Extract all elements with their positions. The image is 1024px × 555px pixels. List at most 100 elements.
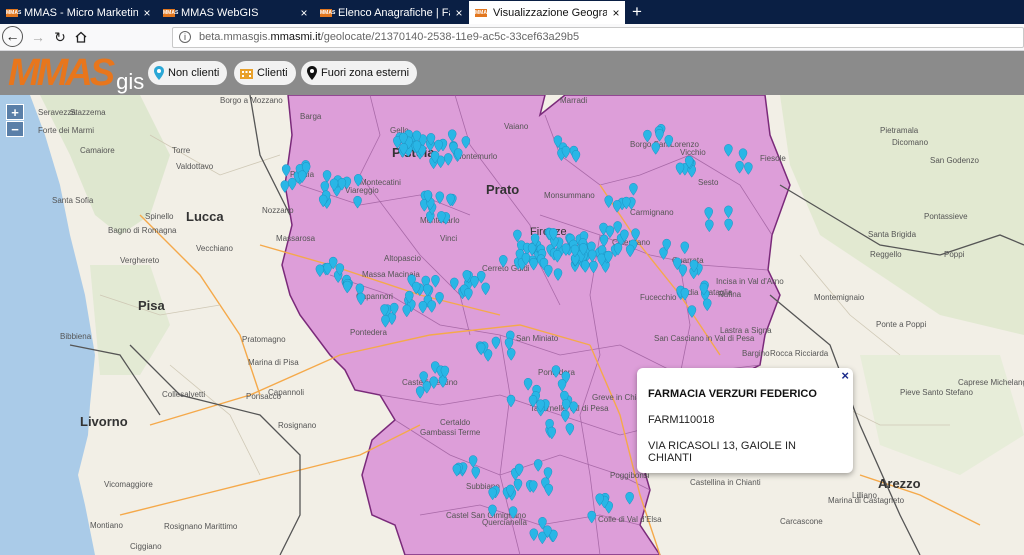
non-clienti-button[interactable]: Non clienti bbox=[148, 61, 228, 85]
place-label: San Casciano in Val di Pesa bbox=[654, 334, 755, 343]
new-tab-button[interactable]: + bbox=[627, 2, 647, 22]
place-label: Capannoli bbox=[268, 388, 304, 397]
place-label: Bibbiena bbox=[60, 332, 92, 341]
mmas-favicon-icon: MMAS bbox=[320, 8, 336, 17]
url-host: mmasmi.it bbox=[270, 31, 321, 43]
place-label: Borgo a Mozzano bbox=[220, 96, 283, 105]
place-label: Ponte a Poppi bbox=[876, 320, 926, 329]
tab-label: Elenco Anagrafiche | Farmacie bbox=[338, 6, 450, 19]
tab-label: MMAS WebGIS bbox=[181, 6, 259, 19]
building-icon bbox=[240, 67, 253, 79]
place-label: Bagno di Romagna bbox=[108, 226, 177, 235]
place-label: Monsummano bbox=[544, 191, 595, 200]
place-label: Vaiano bbox=[504, 122, 529, 131]
pharmacy-info-popup: × FARMACIA VERZURI FEDERICO FARM110018 V… bbox=[637, 368, 853, 473]
tab-close-icon[interactable]: × bbox=[138, 6, 156, 20]
place-label: Spinello bbox=[145, 212, 174, 221]
tab-close-icon[interactable]: × bbox=[607, 6, 625, 20]
navigation-bar: ← → ↻ i beta.mmasgis.mmasmi.it/geolocate… bbox=[0, 24, 1024, 51]
place-label: Dicomano bbox=[892, 138, 929, 147]
fuori-zona-esterni-button[interactable]: Fuori zona esterni bbox=[301, 61, 418, 85]
clienti-button[interactable]: Clienti bbox=[234, 61, 296, 85]
place-label: Vicomaggiore bbox=[104, 480, 153, 489]
place-label: Montiano bbox=[90, 521, 123, 530]
zoom-in-button[interactable]: + bbox=[6, 104, 24, 120]
place-label: Sesto bbox=[698, 178, 719, 187]
reload-icon[interactable]: ↻ bbox=[50, 27, 70, 47]
map-view[interactable]: Lucca Prato Pisa Livorno Arezzo Pistoia … bbox=[0, 95, 1024, 555]
place-label: Reggello bbox=[870, 250, 902, 259]
tab-label: Visualizzazione Geografica bbox=[493, 6, 607, 19]
tab-label: MMAS - Micro Marketing Anal bbox=[24, 6, 138, 19]
fuori-zona-label: Fuori zona esterni bbox=[321, 67, 410, 79]
place-label: Valdottavo bbox=[176, 162, 214, 171]
place-label: Massarosa bbox=[276, 234, 316, 243]
place-label: San Miniato bbox=[516, 334, 559, 343]
place-label: Collesalvetti bbox=[162, 390, 205, 399]
map-pin-icon bbox=[154, 66, 164, 80]
place-label: Pratomagno bbox=[242, 335, 286, 344]
place-label: Pontassieve bbox=[924, 212, 968, 221]
place-label: Rosignano bbox=[278, 421, 317, 430]
place-label: Carcascone bbox=[780, 517, 823, 526]
place-label: Colle di Val d'Elsa bbox=[598, 515, 662, 524]
tab-mmas-micro-marketing[interactable]: MMAS MMAS - Micro Marketing Anal × bbox=[0, 1, 156, 24]
place-label: Pieve Santo Stefano bbox=[900, 388, 973, 397]
tab-visualizzazione-geografica[interactable]: MMAS Visualizzazione Geografica × bbox=[469, 1, 625, 24]
clienti-label: Clienti bbox=[257, 67, 288, 79]
popup-pharmacy-name: FARMACIA VERZURI FEDERICO bbox=[648, 388, 817, 400]
app-header: MMAS gis Non clienti Clienti Fuori zona e… bbox=[0, 51, 1024, 95]
browser-tab-bar: MMAS MMAS - Micro Marketing Anal × MMAS … bbox=[0, 0, 1024, 24]
back-arrow-icon[interactable]: ← bbox=[2, 26, 23, 47]
map-canvas[interactable]: Lucca Prato Pisa Livorno Arezzo Pistoia … bbox=[0, 95, 1024, 555]
place-label: Torre bbox=[172, 146, 191, 155]
site-info-icon[interactable]: i bbox=[179, 31, 191, 43]
home-icon[interactable] bbox=[71, 27, 91, 47]
popup-pharmacy-address: VIA RICASOLI 13, GAIOLE IN CHIANTI bbox=[648, 440, 796, 464]
popup-pharmacy-code: FARM110018 bbox=[648, 414, 715, 426]
tab-mmas-webgis[interactable]: MMAS MMAS WebGIS × bbox=[157, 1, 313, 24]
logo-text: MMAS bbox=[8, 52, 115, 94]
place-label: Rosignano Marittimo bbox=[164, 522, 238, 531]
tab-close-icon[interactable]: × bbox=[450, 6, 468, 20]
mmas-favicon-icon: MMAS bbox=[475, 8, 491, 17]
url-bar[interactable]: i beta.mmasgis.mmasmi.it/geolocate/21370… bbox=[172, 27, 1024, 48]
place-label: Forte dei Marmi bbox=[38, 126, 94, 135]
place-label: Montemignaio bbox=[814, 293, 865, 302]
place-label: Pontedera bbox=[350, 328, 387, 337]
place-label: Marina di Pisa bbox=[248, 358, 299, 367]
mmas-favicon-icon: MMAS bbox=[6, 8, 22, 17]
place-label: Vecchiano bbox=[196, 244, 233, 253]
place-label: Vinci bbox=[440, 234, 457, 243]
place-label: Camaiore bbox=[80, 146, 115, 155]
logo-suffix: gis bbox=[116, 69, 145, 94]
place-label: Santa Brigida bbox=[868, 230, 917, 239]
url-path: /geolocate/21370140-2538-11e9-ac5c-33cef… bbox=[320, 31, 580, 43]
popup-close-icon[interactable]: × bbox=[841, 368, 849, 383]
place-label: Caprese Michelangelo bbox=[958, 378, 1024, 387]
city-lucca: Lucca bbox=[186, 209, 224, 224]
place-label: Pietramala bbox=[880, 126, 919, 135]
place-label: Rufina bbox=[718, 290, 742, 299]
place-label: Certaldo bbox=[440, 418, 471, 427]
place-label: Vicchio bbox=[680, 148, 706, 157]
place-label: Poppi bbox=[944, 250, 965, 259]
url-prefix: beta.mmasgis. bbox=[199, 31, 271, 43]
city-livorno: Livorno bbox=[80, 414, 128, 429]
place-label: Nozzano bbox=[262, 206, 294, 215]
zoom-out-button[interactable]: − bbox=[6, 121, 24, 137]
mmasgis-logo: MMAS gis bbox=[8, 52, 145, 94]
forward-arrow-icon[interactable]: → bbox=[28, 27, 48, 47]
place-label: Marradi bbox=[560, 96, 587, 105]
non-clienti-label: Non clienti bbox=[168, 67, 220, 79]
city-arezzo: Arezzo bbox=[878, 476, 921, 491]
tab-close-icon[interactable]: × bbox=[295, 6, 313, 20]
place-label: Santa Sofia bbox=[52, 196, 94, 205]
city-pisa: Pisa bbox=[138, 298, 166, 313]
place-label: Altopascio bbox=[384, 254, 421, 263]
place-label: Incisa in Val d'Arno bbox=[716, 277, 784, 286]
place-label: Gambassi Terme bbox=[420, 428, 481, 437]
mmas-favicon-icon: MMAS bbox=[163, 8, 179, 17]
city-prato: Prato bbox=[486, 182, 519, 197]
tab-elenco-anagrafiche[interactable]: MMAS Elenco Anagrafiche | Farmacie × bbox=[314, 1, 468, 24]
